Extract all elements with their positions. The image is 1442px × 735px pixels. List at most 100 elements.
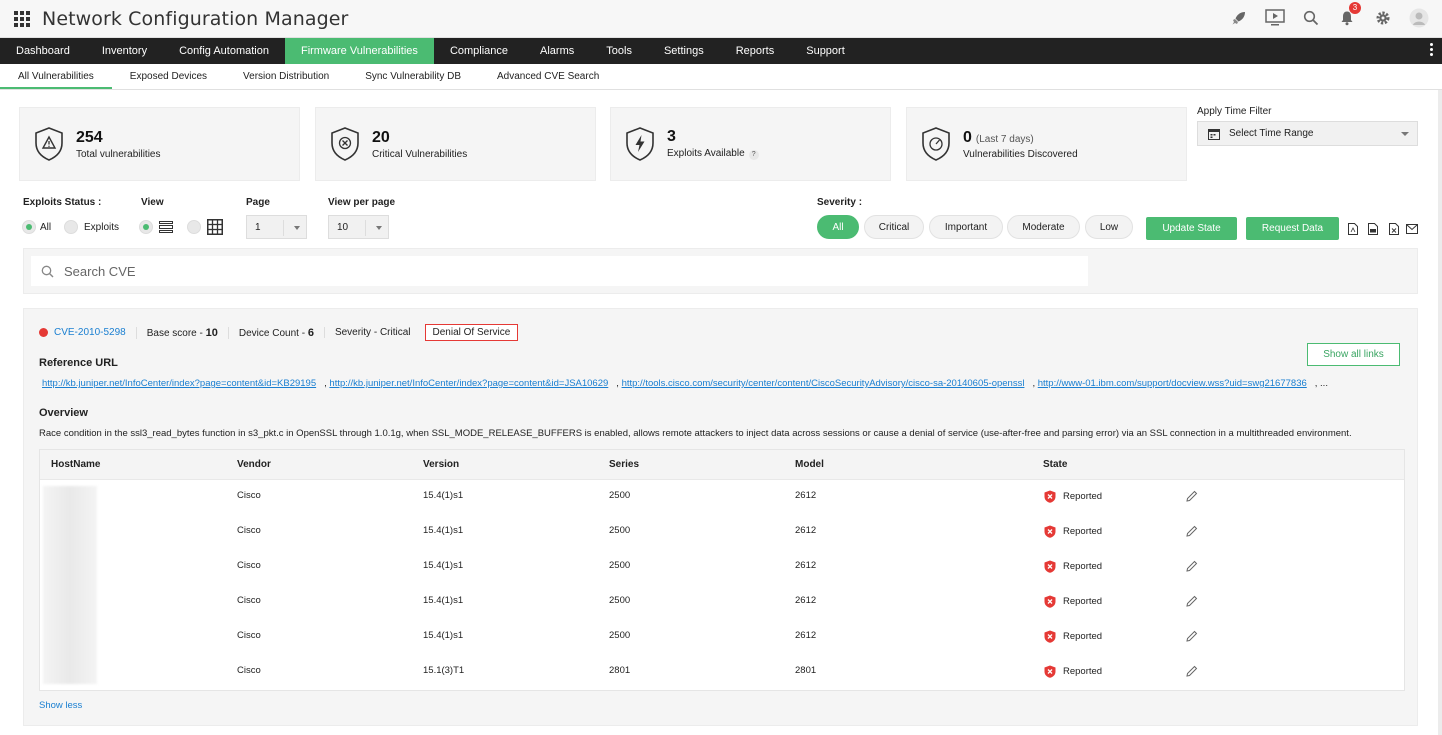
severity-moderate-button[interactable]: Moderate [1007, 215, 1080, 239]
col-model: Model [795, 450, 824, 480]
row-vendor: Cisco [237, 630, 261, 641]
calendar-icon [1208, 128, 1220, 140]
notification-bell-icon[interactable]: 3 [1336, 7, 1358, 29]
reference-url-link[interactable]: http://kb.juniper.net/InfoCenter/index?p… [329, 378, 608, 389]
exploits-only-label: Exploits [84, 222, 119, 233]
view-list-radio[interactable] [139, 220, 153, 234]
edit-pencil-icon[interactable] [1186, 525, 1198, 537]
base-score: Base score - 10 [136, 327, 218, 339]
severity-text: Severity - Critical [324, 327, 411, 338]
row-model: 2612 [795, 595, 816, 606]
row-model: 2612 [795, 630, 816, 641]
stat-card-critical: 20 Critical Vulnerabilities [315, 107, 596, 181]
tab-sync-vulnerability-db[interactable]: Sync Vulnerability DB [347, 64, 479, 89]
tab-version-distribution[interactable]: Version Distribution [225, 64, 347, 89]
col-series: Series [609, 450, 639, 480]
last-7-days-note: (Last 7 days) [976, 134, 1034, 145]
row-version: 15.4(1)s1 [423, 525, 463, 536]
reference-url-title: Reference URL [39, 357, 118, 369]
nav-alarms[interactable]: Alarms [524, 38, 590, 64]
tab-exposed-devices[interactable]: Exposed Devices [112, 64, 225, 89]
user-avatar-icon[interactable] [1408, 7, 1430, 29]
page-select[interactable]: 1 [246, 215, 307, 239]
monitor-play-icon[interactable] [1264, 7, 1286, 29]
nav-inventory[interactable]: Inventory [86, 38, 163, 64]
help-icon[interactable]: ? [749, 150, 759, 160]
row-vendor: Cisco [237, 595, 261, 606]
notification-badge: 3 [1349, 2, 1361, 14]
row-series: 2801 [609, 665, 630, 676]
edit-pencil-icon[interactable] [1186, 665, 1198, 677]
main-nav: Dashboard Inventory Config Automation Fi… [0, 38, 1442, 64]
edit-pencil-icon[interactable] [1186, 595, 1198, 607]
row-model: 2612 [795, 490, 816, 501]
nav-dashboard[interactable]: Dashboard [0, 38, 86, 64]
export-xls-icon[interactable] [1389, 223, 1399, 235]
stat-card-exploits: 3 Exploits Available? [610, 107, 891, 181]
edit-pencil-icon[interactable] [1186, 490, 1198, 502]
app-grid-icon[interactable] [14, 11, 30, 27]
reference-url-link[interactable]: http://kb.juniper.net/InfoCenter/index?p… [42, 378, 316, 389]
nav-tools[interactable]: Tools [590, 38, 648, 64]
rocket-icon[interactable] [1228, 7, 1250, 29]
nav-reports[interactable]: Reports [720, 38, 791, 64]
severity-all-button[interactable]: All [817, 215, 859, 239]
exploits-all-radio[interactable] [22, 220, 36, 234]
view-grid-radio[interactable] [187, 220, 201, 234]
grid-view-icon[interactable] [207, 219, 223, 235]
row-vendor: Cisco [237, 665, 261, 676]
col-state: State [1043, 450, 1067, 480]
search-cve-input[interactable] [64, 264, 964, 279]
show-all-links-button[interactable]: Show all links [1307, 343, 1400, 366]
total-vulnerabilities-count: 254 [76, 129, 161, 147]
tab-advanced-cve-search[interactable]: Advanced CVE Search [479, 64, 617, 89]
exploits-all-label: All [40, 222, 51, 233]
tab-all-vulnerabilities[interactable]: All Vulnerabilities [0, 64, 112, 89]
gear-icon[interactable] [1372, 7, 1394, 29]
nav-config-automation[interactable]: Config Automation [163, 38, 285, 64]
list-view-icon[interactable] [159, 221, 173, 233]
nav-firmware-vulnerabilities[interactable]: Firmware Vulnerabilities [285, 38, 434, 64]
severity-low-button[interactable]: Low [1085, 215, 1133, 239]
per-page-select[interactable]: 10 [328, 215, 389, 239]
nav-compliance[interactable]: Compliance [434, 38, 524, 64]
update-state-button[interactable]: Update State [1146, 217, 1237, 240]
chevron-down-icon [376, 226, 382, 230]
gauge-shield-icon [921, 127, 951, 161]
nav-settings[interactable]: Settings [648, 38, 720, 64]
export-pdf-icon[interactable] [1348, 223, 1358, 235]
row-series: 2500 [609, 630, 630, 641]
row-version: 15.4(1)s1 [423, 630, 463, 641]
row-version: 15.1(3)T1 [423, 665, 464, 676]
row-series: 2500 [609, 595, 630, 606]
row-version: 15.4(1)s1 [423, 595, 463, 606]
bolt-shield-icon [625, 127, 655, 161]
overview-title: Overview [39, 407, 88, 419]
exploits-only-radio[interactable] [64, 220, 78, 234]
edit-pencil-icon[interactable] [1186, 560, 1198, 572]
cve-id-link[interactable]: CVE-2010-5298 [54, 327, 126, 338]
more-menu-icon[interactable] [1430, 43, 1434, 56]
request-data-button[interactable]: Request Data [1246, 217, 1339, 240]
row-model: 2612 [795, 525, 816, 536]
time-range-select[interactable]: Select Time Range [1197, 121, 1418, 146]
app-title: Network Configuration Manager [42, 8, 348, 30]
row-version: 15.4(1)s1 [423, 560, 463, 571]
show-less-link[interactable]: Show less [39, 700, 82, 711]
reference-url-link[interactable]: http://www-01.ibm.com/support/docview.ws… [1038, 378, 1307, 389]
page-scrollbar[interactable] [1438, 90, 1442, 735]
severity-critical-button[interactable]: Critical [864, 215, 924, 239]
reported-shield-icon [1044, 560, 1056, 573]
state-label: Reported [1063, 666, 1102, 677]
export-csv-icon[interactable] [1368, 223, 1378, 235]
severity-important-button[interactable]: Important [929, 215, 1003, 239]
search-icon[interactable] [1300, 7, 1322, 29]
edit-pencil-icon[interactable] [1186, 630, 1198, 642]
search-field[interactable] [31, 256, 1088, 286]
col-version: Version [423, 450, 459, 480]
email-icon[interactable] [1406, 224, 1418, 234]
state-label: Reported [1063, 596, 1102, 607]
state-label: Reported [1063, 491, 1102, 502]
reference-url-link[interactable]: http://tools.cisco.com/security/center/c… [622, 378, 1025, 389]
nav-support[interactable]: Support [790, 38, 861, 64]
